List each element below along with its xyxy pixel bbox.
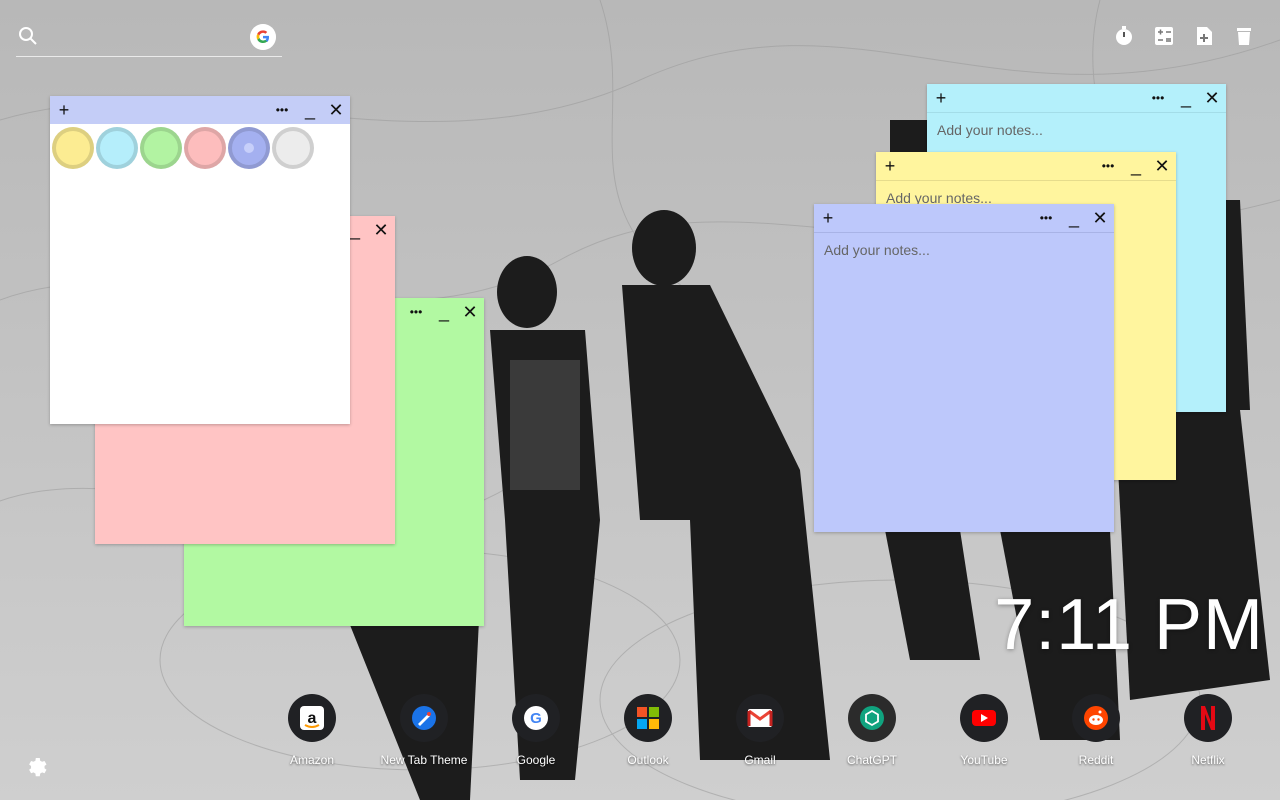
add-note-icon[interactable] [1192,24,1216,48]
netflix-icon [1184,694,1232,742]
gmail-icon [736,694,784,742]
shortcuts-dock: a Amazon New Tab Theme G Google Outlook … [256,694,1264,767]
top-toolbar [1112,24,1256,48]
sticky-note-blue[interactable]: + ••• _ ✕ Add your notes... [814,204,1114,532]
sticky-note-white[interactable]: + ••• _ ✕ [50,96,350,424]
shortcut-youtube[interactable]: YouTube [928,694,1040,767]
selected-indicator [244,143,254,153]
google-icon[interactable] [250,24,276,50]
shortcut-amazon[interactable]: a Amazon [256,694,368,767]
note-toolbar: + ••• _ ✕ [927,84,1226,113]
shortcut-label: Google [516,753,556,767]
swatch-blue-selected[interactable] [228,127,270,169]
swatch-gray[interactable] [272,127,314,169]
calculator-icon[interactable] [1152,24,1176,48]
minimize-button[interactable]: _ [1064,208,1084,228]
color-picker [50,124,314,169]
swatch-cyan[interactable] [96,127,138,169]
note-textarea[interactable]: Add your notes... [824,242,930,258]
shortcut-label: Amazon [289,753,335,767]
shortcut-outlook[interactable]: Outlook [592,694,704,767]
note-toolbar: + ••• _ ✕ [876,152,1176,181]
note-textarea[interactable]: Add your notes... [937,122,1043,138]
swatch-yellow[interactable] [52,127,94,169]
outlook-icon [624,694,672,742]
svg-text:a: a [308,710,317,727]
new-tab-theme-icon [400,694,448,742]
add-note-button[interactable]: + [54,100,74,120]
shortcut-netflix[interactable]: Netflix [1152,694,1264,767]
shortcut-gmail[interactable]: Gmail [704,694,816,767]
minimize-button[interactable]: _ [300,100,320,120]
youtube-icon [960,694,1008,742]
clock: 7:11 PM [994,585,1264,665]
search-input[interactable] [50,24,254,52]
search-icon[interactable] [16,24,40,48]
close-button[interactable]: ✕ [1152,156,1172,176]
note-menu-button[interactable]: ••• [1036,208,1056,228]
shortcut-label: Outlook [627,753,669,767]
shortcut-label: Reddit [1078,753,1114,767]
close-button[interactable]: ✕ [460,302,480,322]
shortcut-label: Netflix [1191,753,1225,767]
close-button[interactable]: ✕ [326,100,346,120]
note-menu-button[interactable]: ••• [406,302,426,322]
shortcut-new-tab-theme[interactable]: New Tab Theme [368,694,480,767]
trash-icon[interactable] [1232,24,1256,48]
google-icon: G [512,694,560,742]
shortcut-label: YouTube [960,753,1008,767]
chatgpt-icon [848,694,896,742]
shortcut-label: Gmail [744,753,776,767]
shortcut-label: ChatGPT [846,753,897,767]
close-button[interactable]: ✕ [371,220,391,240]
amazon-icon: a [288,694,336,742]
search-bar [16,20,282,57]
note-menu-button[interactable]: ••• [1098,156,1118,176]
stopwatch-icon[interactable] [1112,24,1136,48]
shortcut-reddit[interactable]: Reddit [1040,694,1152,767]
add-note-button[interactable]: + [880,156,900,176]
svg-text:G: G [530,710,542,727]
add-note-button[interactable]: + [931,88,951,108]
minimize-button[interactable]: _ [1126,156,1146,176]
shortcut-chatgpt[interactable]: ChatGPT [816,694,928,767]
note-toolbar: + ••• _ ✕ [814,204,1114,233]
shortcut-google[interactable]: G Google [480,694,592,767]
note-menu-button[interactable]: ••• [1148,88,1168,108]
reddit-icon [1072,694,1120,742]
note-menu-button[interactable]: ••• [272,100,292,120]
close-button[interactable]: ✕ [1202,88,1222,108]
swatch-green[interactable] [140,127,182,169]
add-note-button[interactable]: + [818,208,838,228]
settings-gear-icon[interactable] [24,754,48,778]
note-toolbar: + ••• _ ✕ [50,96,350,124]
close-button[interactable]: ✕ [1090,208,1110,228]
shortcut-label: New Tab Theme [380,753,468,767]
minimize-button[interactable]: _ [1176,88,1196,108]
minimize-button[interactable]: _ [434,302,454,322]
swatch-pink[interactable] [184,127,226,169]
